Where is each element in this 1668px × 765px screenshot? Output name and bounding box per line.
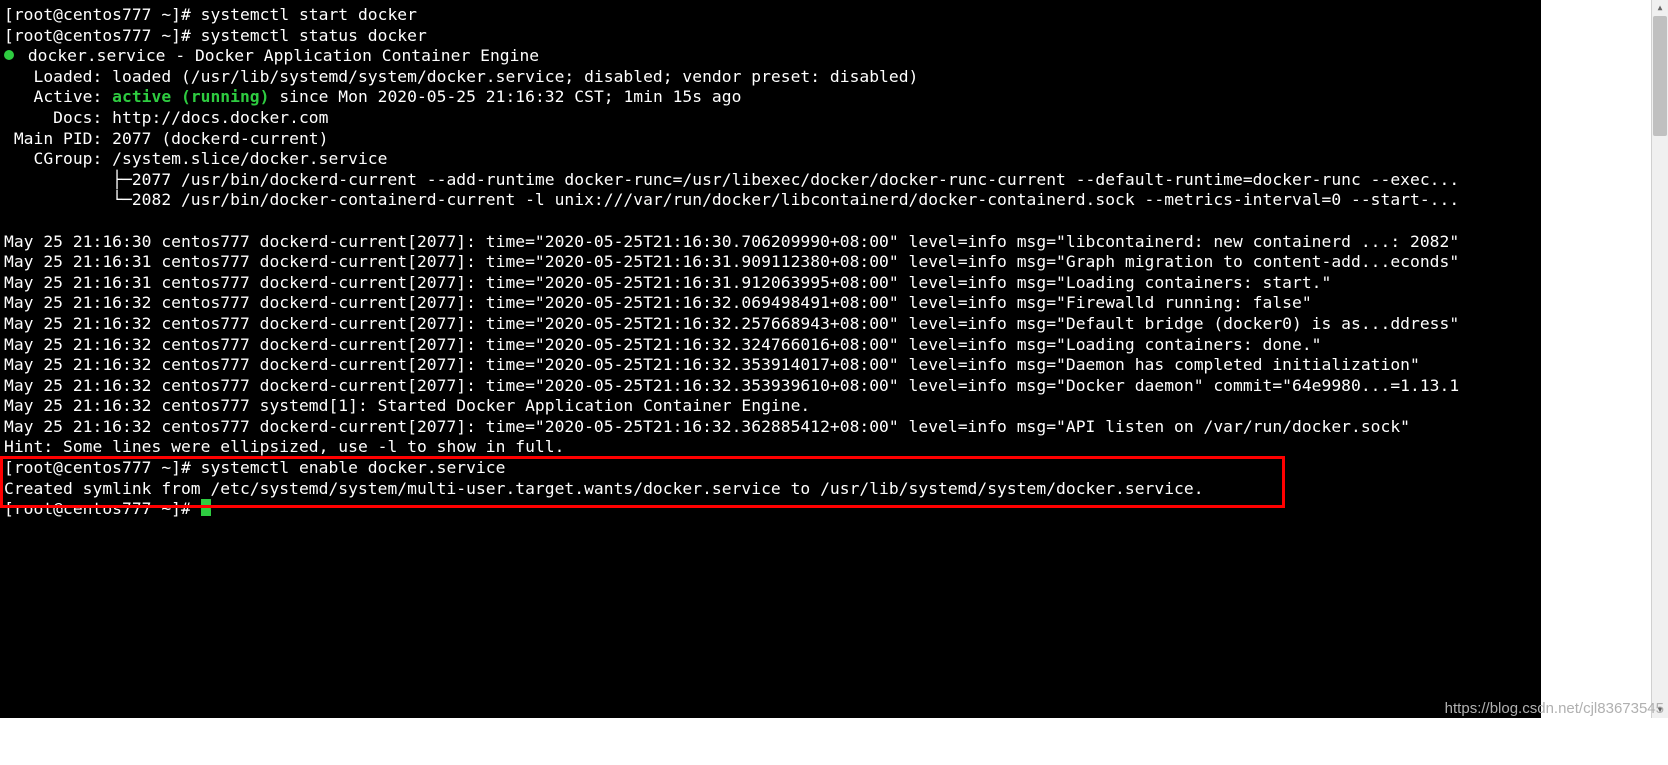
- log-line: May 25 21:16:32 centos777 dockerd-curren…: [4, 417, 1410, 436]
- command-start: systemctl start docker: [201, 5, 417, 24]
- command-status: systemctl status docker: [201, 26, 427, 45]
- watermark-text: https://blog.csdn.net/cjl83673545: [1445, 700, 1664, 717]
- scroll-up-arrow-icon[interactable]: ▲: [1652, 0, 1668, 16]
- prompt: [root@centos777 ~]#: [4, 5, 191, 24]
- cgroup-tree-2: └─2082 /usr/bin/docker-containerd-curren…: [4, 190, 1459, 209]
- vertical-scrollbar[interactable]: ▲ ▼: [1651, 0, 1668, 718]
- log-line: May 25 21:16:32 centos777 dockerd-curren…: [4, 314, 1459, 333]
- terminal-cursor[interactable]: [201, 499, 211, 516]
- prompt: [root@centos777 ~]#: [4, 499, 191, 518]
- cgroup-line: CGroup: /system.slice/docker.service: [4, 149, 387, 168]
- log-line: May 25 21:16:32 centos777 systemd[1]: St…: [4, 396, 810, 415]
- loaded-line: Loaded: loaded (/usr/lib/systemd/system/…: [4, 67, 918, 86]
- log-line: May 25 21:16:32 centos777 dockerd-curren…: [4, 335, 1322, 354]
- mainpid-line: Main PID: 2077 (dockerd-current): [4, 129, 328, 148]
- bottom-whitespace: [0, 718, 1556, 765]
- scroll-thumb[interactable]: [1653, 16, 1667, 136]
- service-header: docker.service - Docker Application Cont…: [18, 46, 539, 65]
- log-line: May 25 21:16:32 centos777 dockerd-curren…: [4, 376, 1459, 395]
- active-suffix: since Mon 2020-05-25 21:16:32 CST; 1min …: [269, 87, 741, 106]
- prompt: [root@centos777 ~]#: [4, 26, 191, 45]
- docs-line: Docs: http://docs.docker.com: [4, 108, 328, 127]
- status-dot-icon: [4, 50, 14, 60]
- prompt: [root@centos777 ~]#: [4, 458, 191, 477]
- hint-line: Hint: Some lines were ellipsized, use -l…: [4, 437, 564, 456]
- active-prefix: Active:: [4, 87, 112, 106]
- log-line: May 25 21:16:31 centos777 dockerd-curren…: [4, 252, 1459, 271]
- log-line: May 25 21:16:32 centos777 dockerd-curren…: [4, 293, 1312, 312]
- log-line: May 25 21:16:31 centos777 dockerd-curren…: [4, 273, 1331, 292]
- command-enable: systemctl enable docker.service: [201, 458, 506, 477]
- active-status: active (running): [112, 87, 269, 106]
- symlink-output: Created symlink from /etc/systemd/system…: [4, 479, 1204, 498]
- cgroup-tree-1: ├─2077 /usr/bin/dockerd-current --add-ru…: [4, 170, 1459, 189]
- log-line: May 25 21:16:30 centos777 dockerd-curren…: [4, 232, 1459, 251]
- terminal-output[interactable]: [root@centos777 ~]# systemctl start dock…: [0, 0, 1541, 718]
- log-line: May 25 21:16:32 centos777 dockerd-curren…: [4, 355, 1420, 374]
